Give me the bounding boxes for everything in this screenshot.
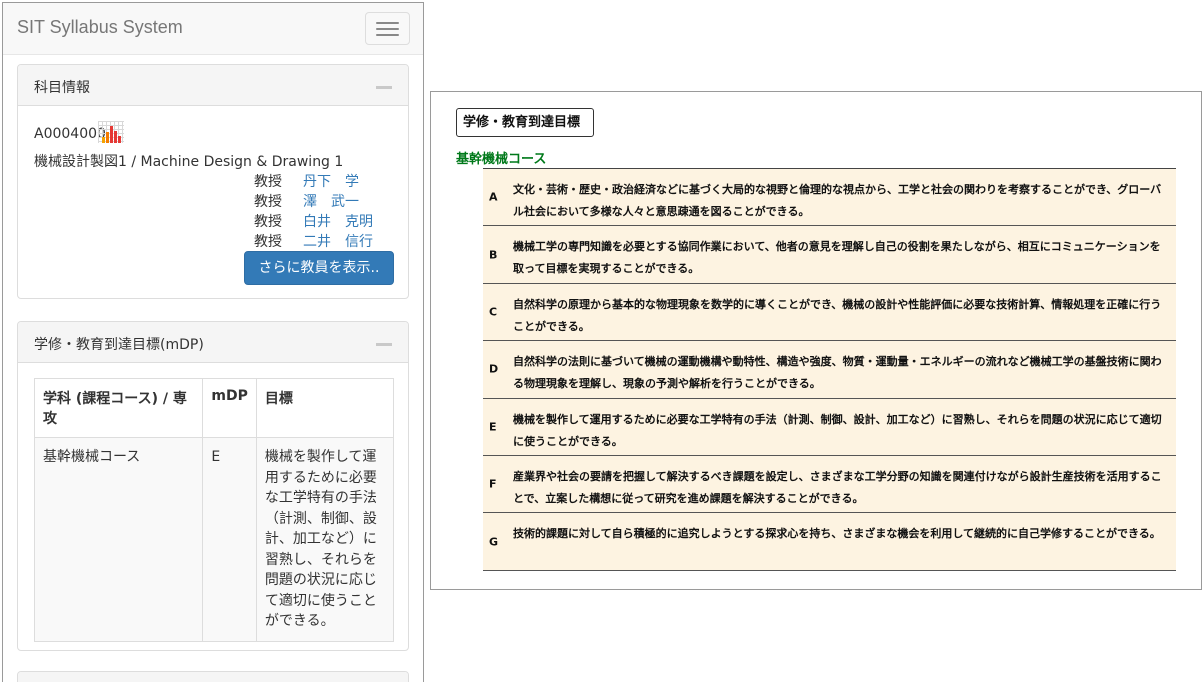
goal-letter: B xyxy=(489,248,498,262)
goal-row: A 文化・芸術・歴史・政治経済などに基づく大局的な視野と倫理的な視点から、工学と… xyxy=(483,169,1176,227)
goal-letter: D xyxy=(489,362,499,376)
subject-info-header[interactable]: 科目情報 xyxy=(18,65,408,106)
goal-row: D 自然科学の法則に基づいて機械の運動機構や動特性、構造や強度、物質・運動量・エ… xyxy=(483,341,1176,399)
goal-letter: E xyxy=(489,420,497,434)
panel-title: 科目情報 xyxy=(34,80,90,96)
dp-panel: 学修・教育到達目標(mDP) 学科 (課程コース) / 専攻 mDP 目標 基幹… xyxy=(17,321,409,651)
table-header-row: 学科 (課程コース) / 専攻 mDP 目標 xyxy=(33,378,395,438)
goal-row: C 自然科学の原理から基本的な物理現象を数学的に導くことができ、機械の設計や性能… xyxy=(483,283,1176,342)
goal-text: 機械を製作して運用するために必要な工学特有の手法（計測、制御、設計、加工など）に… xyxy=(513,412,1162,448)
goal-text: 技術的課題に対して自ら積極的に追究しようとする探求心を持ち、さまざまな機会を利用… xyxy=(513,527,1161,541)
goal-row: E 機械を製作して運用するために必要な工学特有の手法（計測、制御、設計、加工など… xyxy=(483,398,1176,456)
goal-letter: C xyxy=(489,305,498,319)
teacher-role: 教授 xyxy=(254,174,282,190)
goal-letter: F xyxy=(489,477,497,491)
column-header: 目標 xyxy=(255,378,395,438)
course-cell: 基幹機械コース xyxy=(33,437,204,642)
panel-title: 学修・教育到達目標(mDP) xyxy=(34,337,204,353)
chart-icon[interactable] xyxy=(98,121,124,143)
course-name: 機械設計製図1 / Machine Design & Drawing 1 xyxy=(34,154,344,170)
goal-row: F 産業界や社会の要請を把握して解決するべき課題を設定し、さまざまな工学分野の知… xyxy=(483,455,1176,514)
collapse-icon[interactable] xyxy=(376,343,392,346)
teacher-row: 教授 丹下 学 xyxy=(254,171,359,191)
column-header: 学科 (課程コース) / 専攻 xyxy=(33,378,204,438)
teacher-role: 教授 xyxy=(254,194,282,210)
mdp-cell: E xyxy=(202,437,257,642)
brand-title[interactable]: SIT Syllabus System xyxy=(17,17,183,38)
teacher-link[interactable]: 白井 克明 xyxy=(303,211,373,231)
document-title: 学修・教育到達目標 xyxy=(456,108,594,137)
teacher-link[interactable]: 丹下 学 xyxy=(303,171,359,191)
goals-document: 学修・教育到達目標 基幹機械コース A 文化・芸術・歴史・政治経済などに基づく大… xyxy=(430,91,1202,590)
goal-letter: A xyxy=(489,190,498,204)
teacher-link[interactable]: 二井 信行 xyxy=(303,231,373,251)
mobile-view: SIT Syllabus System 科目情報 A0004000 機械設計製図… xyxy=(2,2,424,682)
column-header: mDP xyxy=(202,378,257,438)
teacher-row: 教授 澤 武一 xyxy=(254,191,359,211)
show-more-teachers-button[interactable]: さらに教員を表示.. xyxy=(244,251,394,285)
goal-text: 産業界や社会の要請を把握して解決するべき課題を設定し、さまざまな工学分野の知識を… xyxy=(513,469,1162,505)
goal-text: 機械工学の専門知識を必要とする協同作業において、他者の意見を理解し自己の役割を果… xyxy=(513,240,1161,276)
next-panel xyxy=(17,671,409,682)
teacher-link[interactable]: 澤 武一 xyxy=(303,191,359,211)
course-heading: 基幹機械コース xyxy=(456,152,547,167)
goal-text: 自然科学の原理から基本的な物理現象を数学的に導くことができ、機械の設計や性能評価… xyxy=(513,297,1162,333)
collapse-icon[interactable] xyxy=(376,86,392,89)
dp-table: 学科 (課程コース) / 専攻 mDP 目標 基幹機械コース E 機械を製作して… xyxy=(33,378,395,642)
teacher-row: 教授 二井 信行 xyxy=(254,231,373,251)
menu-icon xyxy=(376,22,399,24)
goal-text: 自然科学の法則に基づいて機械の運動機構や動特性、構造や強度、物質・運動量・エネル… xyxy=(513,355,1162,391)
teacher-role: 教授 xyxy=(254,214,282,230)
goals-list: A 文化・芸術・歴史・政治経済などに基づく大局的な視野と倫理的な視点から、工学と… xyxy=(483,168,1176,571)
course-code: A0004000 xyxy=(34,126,106,142)
menu-toggle-button[interactable] xyxy=(365,12,410,45)
next-panel-header[interactable] xyxy=(18,672,408,682)
table-row: 基幹機械コース E 機械を製作して運用するために必要な工学特有の手法（計測、制御… xyxy=(33,437,395,642)
goal-text: 文化・芸術・歴史・政治経済などに基づく大局的な視野と倫理的な視点から、工学と社会… xyxy=(513,183,1162,218)
goal-letter: G xyxy=(489,535,499,549)
goal-row: G 技術的課題に対して自ら積極的に追究しようとする探求心を持ち、さまざまな機会を… xyxy=(483,513,1176,571)
navbar: SIT Syllabus System xyxy=(3,3,423,55)
goal-cell: 機械を製作して運用するために必要な工学特有の手法（計測、制御、設計、加工など）に… xyxy=(255,437,395,642)
goal-row: B 機械工学の専門知識を必要とする協同作業において、他者の意見を理解し自己の役割… xyxy=(483,226,1176,284)
teacher-row: 教授 白井 克明 xyxy=(254,211,373,231)
dp-panel-header[interactable]: 学修・教育到達目標(mDP) xyxy=(18,322,408,363)
subject-info-panel: 科目情報 A0004000 機械設計製図1 / Machine Design &… xyxy=(17,64,409,299)
teacher-role: 教授 xyxy=(254,234,282,250)
